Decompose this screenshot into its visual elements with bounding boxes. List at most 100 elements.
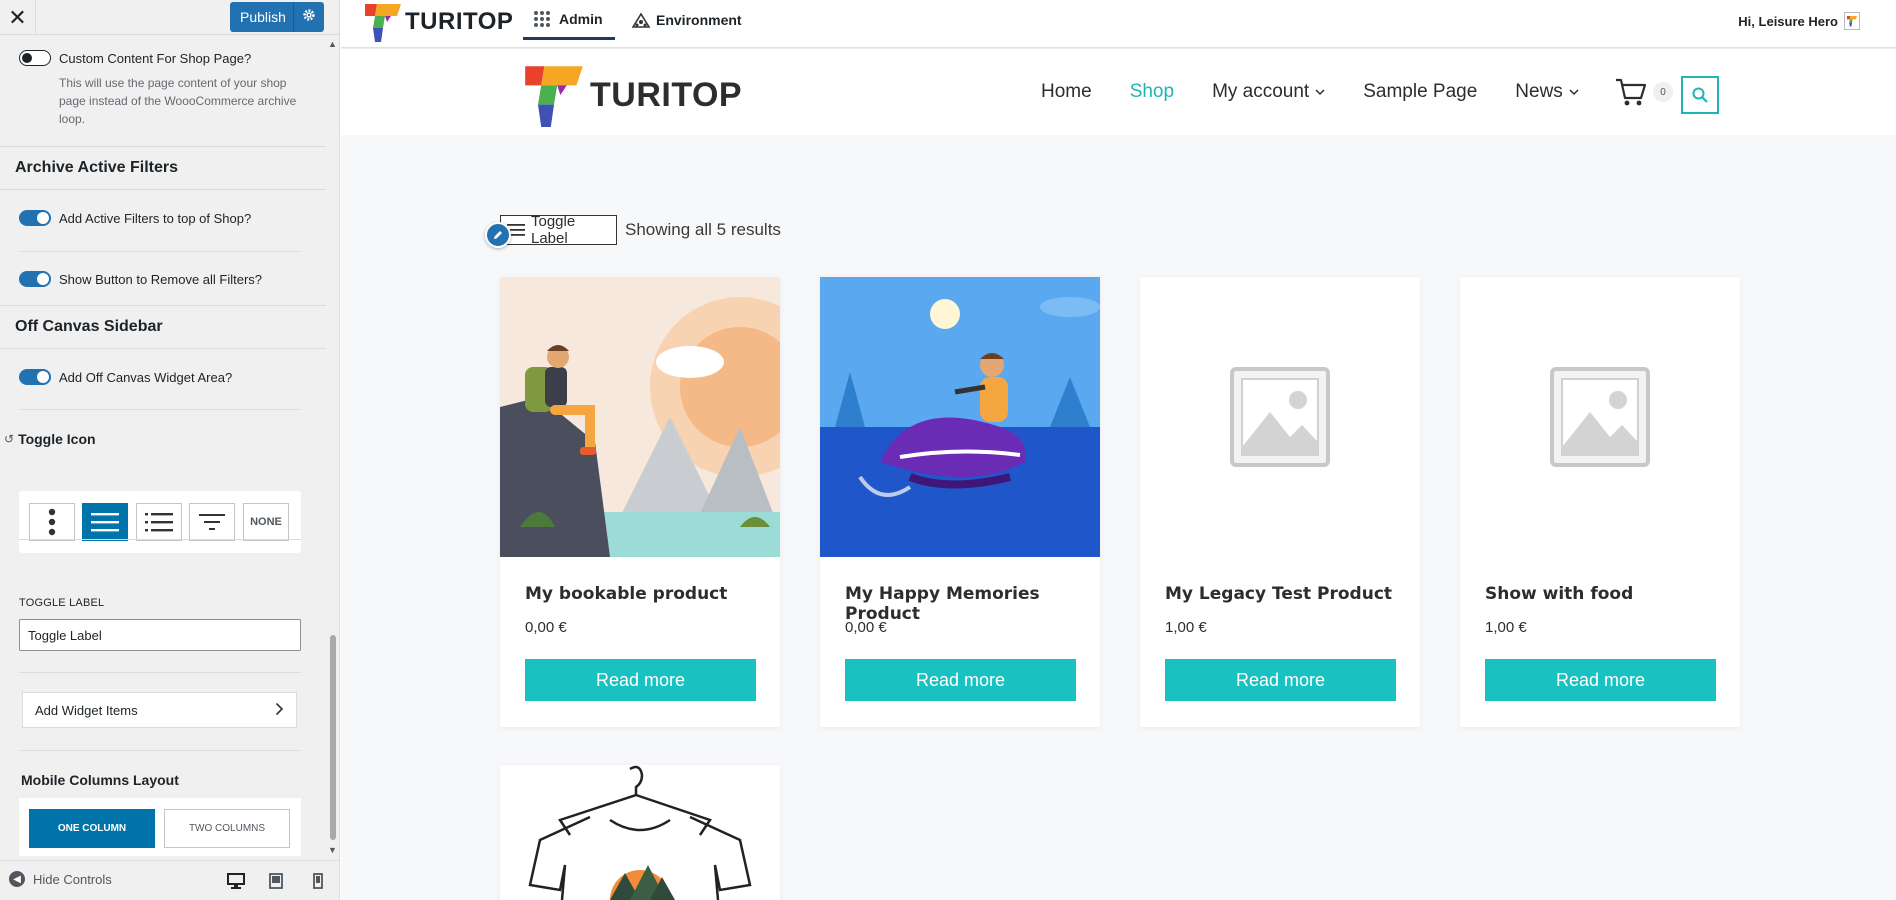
custom-content-toggle[interactable]	[19, 50, 51, 66]
nav-home[interactable]: Home	[1041, 81, 1092, 103]
publish-button[interactable]: Publish	[230, 2, 324, 32]
one-column-option[interactable]: ONE COLUMN	[29, 809, 155, 848]
product-card: Show with food 1,00 € Read more	[1460, 277, 1740, 727]
site-header: TURITOP Home Shop My account Sample Page…	[341, 49, 1896, 135]
tablet-preview-button[interactable]	[266, 871, 286, 891]
icon-option-list[interactable]	[136, 503, 182, 541]
cart-button[interactable]: 0	[1615, 77, 1673, 107]
read-more-button[interactable]: Read more	[525, 659, 756, 701]
customizer-panel: Custom Content For Shop Page? This will …	[0, 35, 326, 860]
icon-option-hamburger[interactable]	[82, 503, 128, 541]
sidebar-scrollbar[interactable]: ▲ ▼	[327, 35, 339, 860]
off-canvas-heading: Off Canvas Sidebar	[0, 306, 326, 348]
toggle-label-input[interactable]	[19, 619, 301, 651]
site-brand: TURITOP	[590, 75, 743, 114]
hamburger-icon	[91, 513, 119, 532]
mobile-columns-heading: Mobile Columns Layout	[21, 772, 179, 788]
edit-shortcut-pencil-icon[interactable]	[485, 222, 511, 248]
add-active-filters-label: Add Active Filters to top of Shop?	[59, 211, 252, 226]
user-menu[interactable]: Hi, Leisure Hero	[1738, 12, 1860, 30]
avatar	[1844, 12, 1860, 30]
product-title[interactable]: My bookable product	[525, 584, 727, 604]
search-button[interactable]	[1681, 76, 1719, 114]
close-customizer-button[interactable]: ✕	[0, 0, 36, 35]
product-title[interactable]: Show with food	[1485, 584, 1633, 604]
admin-brand: TURITOP	[405, 8, 514, 35]
list-icon	[145, 513, 173, 532]
scroll-up-arrow-icon[interactable]: ▲	[328, 39, 337, 49]
remove-filters-button-toggle[interactable]	[19, 271, 51, 287]
desktop-preview-button[interactable]	[226, 871, 246, 891]
nav-news[interactable]: News	[1515, 81, 1579, 103]
product-image-placeholder[interactable]	[1140, 277, 1420, 557]
scrollbar-thumb[interactable]	[330, 635, 336, 840]
admin-logo[interactable]: TURITOP	[365, 2, 513, 42]
nav-my-account[interactable]: My account	[1212, 81, 1325, 103]
admin-tab-label: Admin	[559, 10, 603, 27]
vertical-dots-icon	[48, 508, 56, 536]
mobile-preview-button[interactable]	[308, 871, 328, 891]
icon-option-filter[interactable]	[189, 503, 235, 541]
add-widget-items-button[interactable]: Add Widget Items	[22, 692, 297, 728]
product-image[interactable]	[500, 277, 780, 557]
environment-tab[interactable]: Environment	[632, 0, 742, 40]
customizer-footer: ◀ Hide Controls	[0, 860, 339, 900]
site-preview: TURITOP Admin Environment Hi, Leisure He…	[341, 0, 1896, 900]
toggle-icon-heading: Toggle Icon	[18, 431, 96, 447]
filter-icon	[199, 514, 225, 530]
turitop-logo-icon	[365, 4, 401, 42]
desktop-icon	[227, 873, 245, 889]
product-price: 1,00 €	[1485, 619, 1527, 636]
customizer-sidebar: ✕ Publish Custom Content For Shop Page? …	[0, 0, 340, 900]
off-canvas-toggle-button[interactable]: Toggle Label	[500, 213, 617, 247]
scroll-down-arrow-icon[interactable]: ▼	[328, 845, 337, 855]
product-title[interactable]: My Happy Memories Product	[845, 584, 1100, 624]
toggle-icon-options: NONE	[19, 491, 301, 553]
main-nav: Home Shop My account Sample Page News	[1041, 49, 1617, 135]
icon-option-vertical-dots[interactable]	[29, 503, 75, 541]
add-widget-items-label: Add Widget Items	[35, 702, 138, 718]
product-card	[500, 765, 780, 900]
environment-icon	[632, 12, 650, 28]
read-more-button[interactable]: Read more	[1485, 659, 1716, 701]
tablet-icon	[269, 873, 283, 889]
product-title[interactable]: My Legacy Test Product	[1165, 584, 1392, 604]
greeting-text: Hi, Leisure Hero	[1738, 13, 1838, 29]
toggle-label-text: Toggle Label	[530, 213, 576, 247]
add-active-filters-toggle[interactable]	[19, 210, 51, 226]
product-price: 0,00 €	[525, 619, 567, 636]
cart-count: 0	[1653, 82, 1673, 102]
apps-grid-icon	[534, 10, 550, 27]
admin-tab[interactable]: Admin	[523, 0, 615, 40]
result-count: Showing all 5 results	[625, 220, 781, 239]
customizer-header: ✕ Publish	[0, 0, 339, 35]
product-card: My Happy Memories Product 0,00 € Read mo…	[820, 277, 1100, 727]
environment-tab-label: Environment	[656, 12, 742, 28]
read-more-button[interactable]: Read more	[1165, 659, 1396, 701]
product-image[interactable]	[500, 765, 780, 900]
nav-shop[interactable]: Shop	[1130, 81, 1174, 103]
product-price: 0,00 €	[845, 619, 887, 636]
reset-icon[interactable]: ↺	[4, 432, 14, 446]
off-canvas-widget-toggle[interactable]	[19, 369, 51, 385]
two-columns-option[interactable]: TWO COLUMNS	[164, 809, 290, 848]
product-image[interactable]	[820, 277, 1100, 557]
chevron-down-icon	[1315, 88, 1325, 95]
cart-icon	[1616, 78, 1647, 106]
icon-option-none[interactable]: NONE	[243, 503, 289, 541]
mobile-icon	[313, 873, 323, 889]
product-price: 1,00 €	[1165, 619, 1207, 636]
publish-settings-gear-icon[interactable]	[294, 8, 324, 27]
mobile-columns-options: ONE COLUMN TWO COLUMNS	[19, 798, 301, 856]
hide-controls-button[interactable]: ◀ Hide Controls	[9, 871, 112, 887]
product-image-placeholder[interactable]	[1460, 277, 1740, 557]
archive-filters-heading: Archive Active Filters	[0, 147, 326, 189]
site-logo[interactable]: TURITOP	[524, 63, 742, 127]
chevron-down-icon	[1569, 88, 1579, 95]
none-option-label: NONE	[250, 516, 282, 528]
admin-bar: TURITOP Admin Environment Hi, Leisure He…	[341, 0, 1896, 48]
chevron-right-icon	[275, 702, 284, 719]
nav-sample-page[interactable]: Sample Page	[1363, 81, 1477, 103]
read-more-button[interactable]: Read more	[845, 659, 1076, 701]
product-card: My bookable product 0,00 € Read more	[500, 277, 780, 727]
